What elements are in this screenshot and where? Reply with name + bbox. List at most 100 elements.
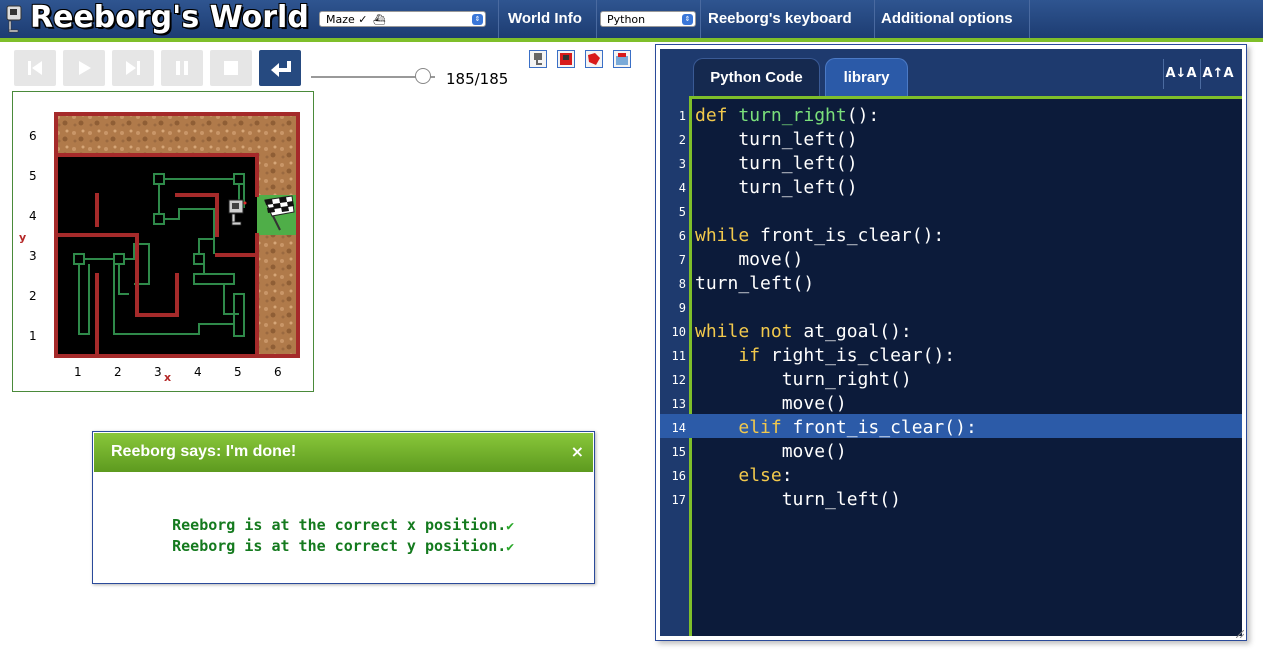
code-token: front_is_clear():: [781, 417, 977, 438]
select-arrow-icon: ⇕: [682, 14, 693, 25]
edit-world-icon: [616, 53, 628, 65]
code-token: front_is_clear():: [749, 225, 945, 246]
additional-options-button[interactable]: Additional options: [881, 0, 1013, 38]
code-token: turn_left(): [695, 273, 815, 294]
line-number: 5: [678, 205, 686, 219]
message-text: Reeborg is at the correct y position.: [172, 537, 507, 555]
code-token: turn_left(): [695, 177, 858, 198]
line-number: 10: [671, 325, 686, 339]
select-arrow-icon: ⇕: [472, 14, 483, 25]
y-tick-label: 5: [29, 169, 37, 183]
y-tick-label: 4: [29, 209, 37, 223]
reload-button[interactable]: [14, 50, 56, 86]
robot-model-button[interactable]: [529, 50, 547, 68]
boat-icon: ⛴: [373, 15, 386, 26]
line-number: 12: [671, 373, 686, 387]
code-token: else: [738, 465, 782, 486]
return-button[interactable]: [259, 50, 301, 86]
code-token: turn_left(): [695, 129, 858, 150]
robot-icon: [534, 53, 542, 65]
resize-grip-icon[interactable]: [1236, 630, 1244, 638]
x-tick-label: 5: [234, 365, 242, 379]
line-number: 4: [678, 181, 686, 195]
code-token: at_goal():: [792, 321, 912, 342]
code-line: turn_left(): [695, 129, 858, 150]
line-number: 2: [678, 133, 686, 147]
code-line: else:: [695, 465, 793, 486]
line-number: 15: [671, 445, 686, 459]
code-editor[interactable]: def turn_right(): turn_left() turn_left(…: [689, 99, 1242, 636]
world-select-value: Maze ✓: [326, 13, 368, 26]
line-number: 7: [678, 253, 686, 267]
world-editor-button[interactable]: [613, 50, 631, 68]
code-token: move(): [695, 393, 847, 414]
line-number: 3: [678, 157, 686, 171]
language-select[interactable]: Python ⇕: [600, 11, 696, 27]
nav-divider: [596, 0, 597, 38]
code-line: move(): [695, 441, 847, 462]
code-token: :: [781, 465, 793, 486]
editor-panel: Python Code library A↓A A↑A 1 2 3 4 5 6 7 8 9 10 1…: [655, 44, 1247, 641]
robot-trace-icon: [588, 53, 600, 65]
y-tick-label: 1: [29, 329, 37, 343]
code-line: if right_is_clear():: [695, 345, 955, 366]
line-number: 9: [678, 301, 686, 315]
code-line: elif front_is_clear():: [695, 417, 977, 438]
x-axis-name: x: [164, 371, 172, 384]
code-token: ():: [846, 105, 880, 126]
code-token: right_is_clear():: [760, 345, 956, 366]
world-info-button[interactable]: World Info: [508, 0, 582, 38]
editor-frame: Python Code library A↓A A↑A 1 2 3 4 5 6 7 8 9 10 1…: [660, 49, 1242, 636]
dialog-header: Reeborg says: I'm done! ×: [94, 433, 593, 472]
decrease-font-button[interactable]: A↓A: [1163, 59, 1198, 89]
step-button[interactable]: [112, 50, 154, 86]
code-token: if: [738, 345, 761, 366]
highlight-button[interactable]: [557, 50, 575, 68]
speed-slider-handle[interactable]: [414, 68, 431, 84]
code-line: move(): [695, 249, 803, 270]
nav-divider: [1029, 0, 1030, 38]
world-canvas: 6 5 4 3 2 1 y 1 2 3 4 5 6 x: [12, 91, 314, 392]
code-line: while not at_goal():: [695, 321, 912, 342]
code-line: def turn_right():: [695, 105, 879, 126]
reeborg-message-dialog: Reeborg says: I'm done! × Reeborg is at …: [92, 431, 595, 584]
top-menu-bar: Reeborg's World Maze ✓ ⛴ ⇕ World Info Py…: [0, 0, 1263, 42]
step-counter: 185/185: [446, 70, 509, 88]
pause-button[interactable]: [161, 50, 203, 86]
tab-library[interactable]: library: [825, 58, 908, 96]
code-token: turn_right(): [695, 369, 912, 390]
reeborg-keyboard-button[interactable]: Reeborg's keyboard: [708, 0, 852, 38]
line-number: 17: [671, 493, 686, 507]
play-icon: [79, 61, 91, 75]
code-line: move(): [695, 393, 847, 414]
run-button[interactable]: [63, 50, 105, 86]
trace-button[interactable]: [585, 50, 603, 68]
code-line: turn_left(): [695, 177, 858, 198]
nav-divider: [498, 0, 499, 38]
x-tick-label: 1: [74, 365, 82, 379]
dialog-title: Reeborg says: I'm done!: [111, 443, 297, 460]
x-tick-label: 6: [274, 365, 282, 379]
world-select[interactable]: Maze ✓ ⛴ ⇕: [319, 11, 486, 27]
line-number: 11: [671, 349, 686, 363]
code-token: turn_left(): [695, 153, 858, 174]
close-icon[interactable]: ×: [571, 442, 584, 461]
code-token: move(): [695, 441, 847, 462]
tab-python-code[interactable]: Python Code: [693, 58, 820, 96]
pause-icon: [176, 61, 188, 75]
code-line: turn_left(): [695, 153, 858, 174]
line-number: 6: [678, 229, 686, 243]
code-token: turn_right: [738, 105, 847, 126]
y-tick-label: 2: [29, 289, 37, 303]
code-token: def: [695, 105, 728, 126]
stop-button[interactable]: [210, 50, 252, 86]
increase-font-button[interactable]: A↑A: [1200, 59, 1235, 89]
line-number: 8: [678, 277, 686, 291]
maze-grid: [54, 112, 300, 358]
y-axis-name: y: [19, 231, 27, 244]
